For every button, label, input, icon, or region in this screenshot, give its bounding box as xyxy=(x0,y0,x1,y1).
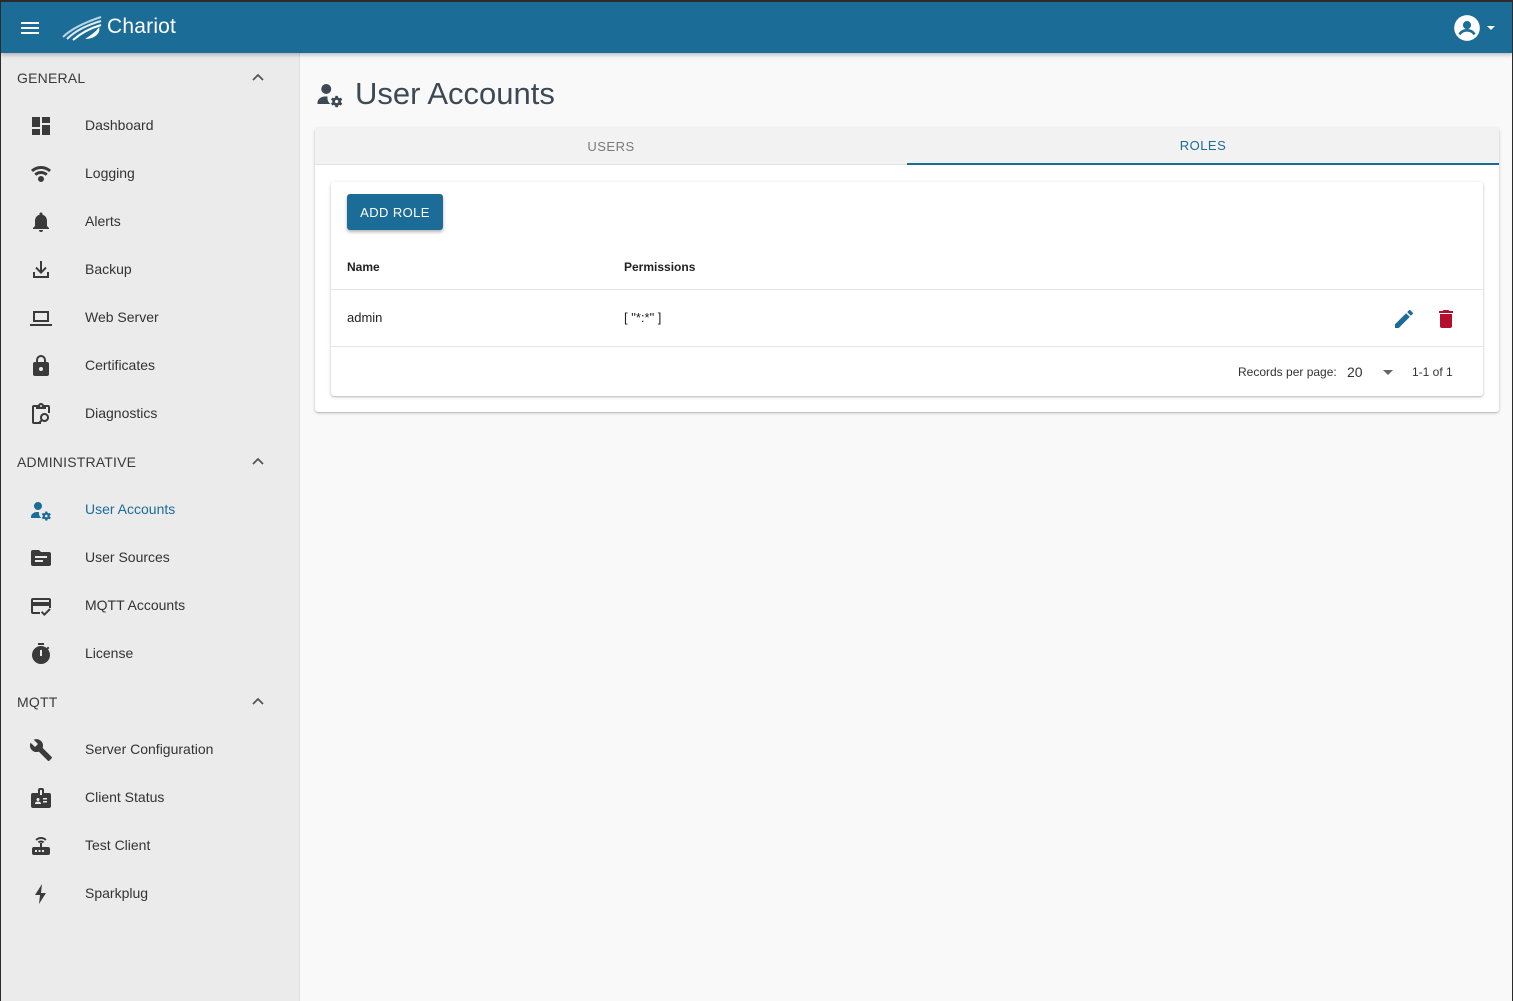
page-header: User Accounts xyxy=(315,74,555,114)
sidebar-item-user-accounts[interactable]: User Accounts xyxy=(1,486,300,534)
stopwatch-icon xyxy=(32,643,50,664)
sidebar-item-label: MQTT Accounts xyxy=(85,597,186,613)
sidebar: GENERAL Dashboard Logging Alerts Backup … xyxy=(1,53,300,1001)
sidebar-item-user-sources[interactable]: User Sources xyxy=(1,534,300,582)
role-permissions-cell: [ "*:*" ] xyxy=(624,310,662,325)
tab-roles[interactable]: ROLES xyxy=(907,128,1499,165)
sidebar-item-label: Logging xyxy=(85,165,135,181)
records-per-page-select[interactable]: 20 xyxy=(1347,360,1393,384)
account-circle-icon xyxy=(1454,15,1480,41)
user-cog-icon xyxy=(317,84,343,108)
delete-trash-icon[interactable] xyxy=(1434,307,1458,331)
sidebar-item-test-client[interactable]: Test Client xyxy=(1,822,300,870)
table-divider xyxy=(331,346,1483,347)
tab-users[interactable]: USERS xyxy=(315,128,907,165)
router-icon xyxy=(32,837,50,855)
sidebar-item-label: Alerts xyxy=(85,213,121,229)
id-badge-icon xyxy=(31,788,51,808)
sidebar-item-web-server[interactable]: Web Server xyxy=(1,294,300,342)
sidebar-item-client-status[interactable]: Client Status xyxy=(1,774,300,822)
roles-table-panel: ADD ROLE Name Permissions admin [ "*:*" … xyxy=(331,182,1483,396)
edit-pencil-icon[interactable] xyxy=(1392,307,1416,331)
column-header-name[interactable]: Name xyxy=(347,260,380,274)
folder-icon xyxy=(31,550,51,566)
sidebar-item-mqtt-accounts[interactable]: MQTT Accounts xyxy=(1,582,300,630)
section-header-general[interactable]: GENERAL xyxy=(1,54,300,102)
role-name-cell: admin xyxy=(347,310,383,325)
sidebar-item-label: Backup xyxy=(85,261,132,277)
records-per-page-label: Records per page: xyxy=(1238,365,1337,379)
user-accounts-card: USERS ROLES ADD ROLE Name Permissions ad… xyxy=(315,128,1499,412)
section-label: ADMINISTRATIVE xyxy=(17,454,137,470)
card-check-icon xyxy=(31,598,51,616)
sidebar-item-label: Dashboard xyxy=(85,117,154,133)
sidebar-item-label: Test Client xyxy=(85,837,151,853)
records-per-page-value: 20 xyxy=(1347,364,1363,380)
chevron-down-icon xyxy=(1487,26,1495,30)
sidebar-item-label: User Accounts xyxy=(85,501,176,517)
app-window: Chariot GENERAL Dashboard Logging Alerts xyxy=(1,2,1512,1001)
app-bar: Chariot xyxy=(1,2,1512,53)
account-menu-button[interactable] xyxy=(1453,13,1495,43)
chevron-up-icon xyxy=(252,697,264,705)
column-header-permissions[interactable]: Permissions xyxy=(624,260,695,274)
laptop-icon xyxy=(30,311,52,326)
sidebar-item-label: Web Server xyxy=(85,309,159,325)
sidebar-item-backup[interactable]: Backup xyxy=(1,246,300,294)
sidebar-item-certificates[interactable]: Certificates xyxy=(1,342,300,390)
sidebar-item-label: Certificates xyxy=(85,357,156,373)
section-header-mqtt[interactable]: MQTT xyxy=(1,678,300,726)
sidebar-item-logging[interactable]: Logging xyxy=(1,150,300,198)
user-cog-icon xyxy=(31,502,51,521)
page-title: User Accounts xyxy=(355,76,555,111)
dashboard-icon xyxy=(32,117,50,135)
logging-icon xyxy=(31,166,51,182)
wrench-icon xyxy=(29,739,52,761)
sidebar-item-label: License xyxy=(85,645,134,661)
sidebar-item-label: Diagnostics xyxy=(85,405,158,421)
table-divider xyxy=(331,289,1483,290)
tab-bar: USERS ROLES xyxy=(315,128,1499,165)
add-role-button[interactable]: ADD ROLE xyxy=(347,194,443,230)
section-header-administrative[interactable]: ADMINISTRATIVE xyxy=(1,438,300,486)
hamburger-menu-icon[interactable] xyxy=(18,16,42,40)
sidebar-item-license[interactable]: License xyxy=(1,630,300,678)
sidebar-item-alerts[interactable]: Alerts xyxy=(1,198,300,246)
sidebar-item-diagnostics[interactable]: Diagnostics xyxy=(1,390,300,438)
section-label: GENERAL xyxy=(17,70,86,86)
sidebar-item-label: Server Configuration xyxy=(85,741,214,757)
section-label: MQTT xyxy=(17,694,58,710)
sidebar-item-label: User Sources xyxy=(85,549,170,565)
chevron-up-icon xyxy=(252,73,264,81)
download-icon xyxy=(33,261,49,278)
sidebar-item-server-configuration[interactable]: Server Configuration xyxy=(1,726,300,774)
sidebar-item-label: Sparkplug xyxy=(85,885,149,901)
sidebar-item-label: Client Status xyxy=(85,789,165,805)
clipboard-search-icon xyxy=(32,403,50,424)
bell-icon xyxy=(33,212,49,232)
pagination-range: 1-1 of 1 xyxy=(1412,365,1453,379)
lock-icon xyxy=(33,355,49,376)
chevron-up-icon xyxy=(252,457,264,465)
lightning-icon xyxy=(35,884,46,904)
sidebar-item-sparkplug[interactable]: Sparkplug xyxy=(1,870,300,918)
sidebar-item-dashboard[interactable]: Dashboard xyxy=(1,102,300,150)
dropdown-arrow-icon xyxy=(1383,370,1393,375)
app-title: Chariot xyxy=(107,15,177,38)
chariot-logo-icon xyxy=(61,15,103,41)
